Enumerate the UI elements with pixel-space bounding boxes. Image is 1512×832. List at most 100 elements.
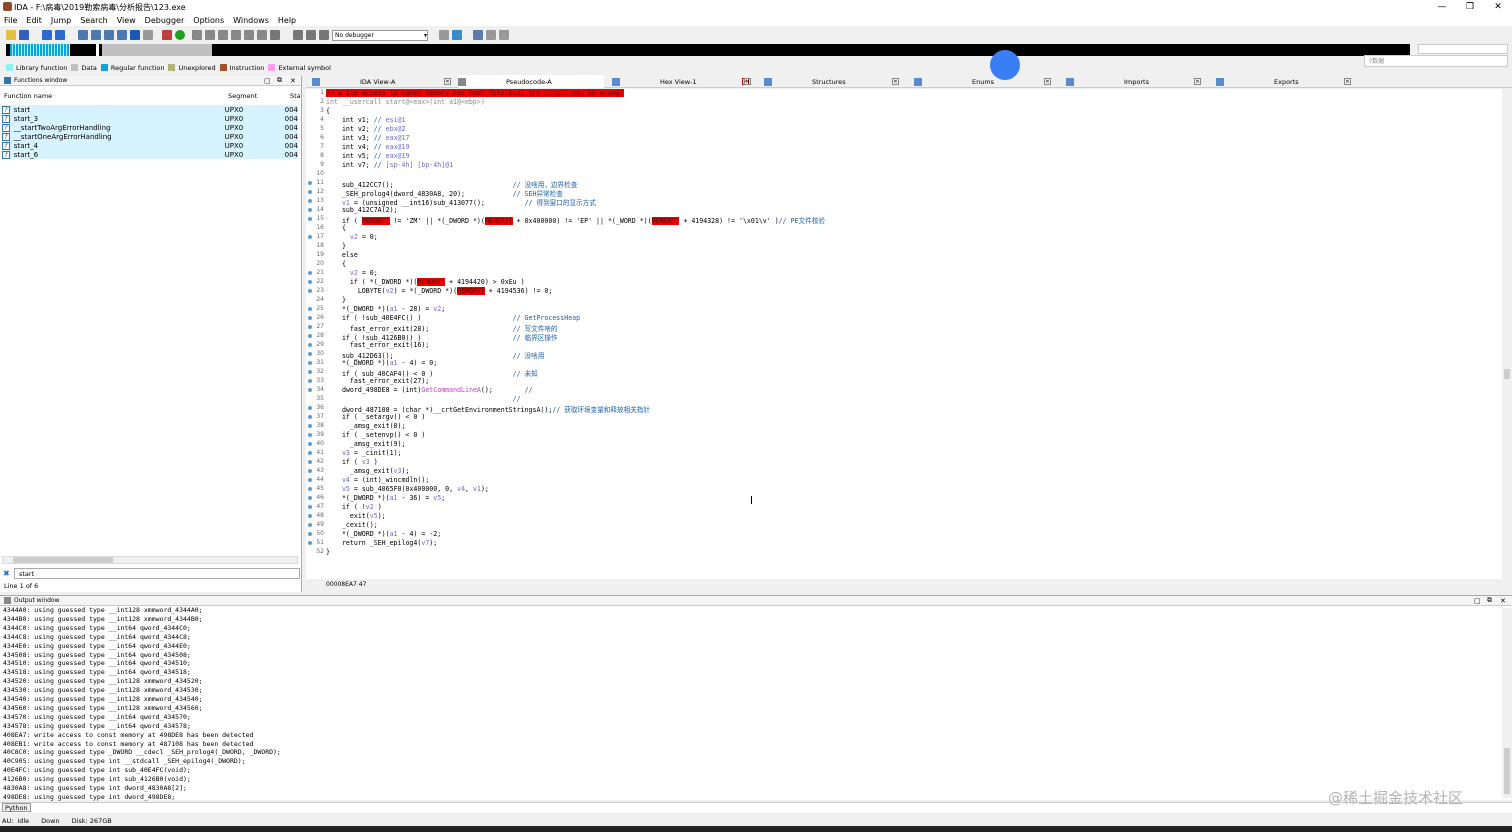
python-command-bar[interactable] — [0, 802, 1512, 813]
tab-structures[interactable]: Structures ✕ — [764, 75, 910, 88]
open-icon[interactable] — [6, 30, 16, 40]
breakpoint-dot[interactable] — [308, 478, 312, 482]
breakpoint-dot[interactable] — [308, 370, 312, 374]
close-icon[interactable]: ✕ — [1486, 0, 1510, 14]
next-search-icon[interactable] — [117, 30, 127, 40]
menu-options[interactable]: Options — [193, 16, 224, 25]
close-icon[interactable]: ✕ — [290, 77, 296, 85]
down-arrow-icon[interactable] — [130, 30, 140, 40]
tab-imports[interactable]: Imports ✕ — [1066, 75, 1212, 88]
menu-jump[interactable]: Jump — [51, 16, 71, 25]
breakpoint-dot[interactable] — [308, 505, 312, 509]
breakpoint-dot[interactable] — [308, 433, 312, 437]
process-icon[interactable] — [473, 30, 483, 40]
functions-hscrollbar[interactable] — [2, 556, 298, 564]
breakpoint-dot[interactable] — [308, 199, 312, 203]
function-row[interactable]: f start_4 UPX0 004 — [2, 141, 298, 150]
name-icon[interactable] — [257, 30, 267, 40]
breakpoint-dot[interactable] — [308, 514, 312, 518]
function-row[interactable]: f start UPX0 004 — [2, 105, 298, 114]
breakpoint-icon[interactable] — [499, 30, 509, 40]
breakpoint-dot[interactable] — [308, 361, 312, 365]
graph-icon[interactable] — [162, 30, 172, 40]
function-row[interactable]: f __startOneArgErrorHandling UPX0 004 — [2, 132, 298, 141]
breakpoint-dot[interactable] — [308, 532, 312, 536]
breakpoint-dot[interactable] — [308, 316, 312, 320]
back-icon[interactable] — [42, 30, 52, 40]
attach-icon[interactable] — [452, 30, 462, 40]
close-icon[interactable]: ✕ — [1500, 597, 1506, 605]
code-icon[interactable] — [192, 30, 202, 40]
output-vscrollbar[interactable] — [1502, 608, 1512, 798]
column-start[interactable]: Sta — [290, 91, 301, 101]
breakpoint-dot[interactable] — [308, 469, 312, 473]
breakpoint-dot[interactable] — [308, 487, 312, 491]
breakpoint-dot[interactable] — [308, 415, 312, 419]
breakpoint-dot[interactable] — [308, 343, 312, 347]
debug-options-icon[interactable] — [439, 30, 449, 40]
column-segment[interactable]: Segment — [228, 91, 257, 101]
tab-pseudocode-a[interactable]: Pseudocode-A ✕ — [458, 75, 749, 88]
code-vscrollbar[interactable] — [1502, 89, 1512, 589]
menu-debugger[interactable]: Debugger — [145, 16, 185, 25]
data-icon[interactable] — [205, 30, 215, 40]
breakpoint-dot[interactable] — [308, 541, 312, 545]
float-icon[interactable]: ⧉ — [277, 76, 282, 85]
breakpoint-dot[interactable] — [308, 289, 312, 293]
breakpoint-dot[interactable] — [308, 190, 312, 194]
column-function-name[interactable]: Function name — [4, 91, 52, 101]
breakpoint-dot[interactable] — [308, 280, 312, 284]
float-icon[interactable]: ⧉ — [1487, 596, 1492, 605]
array-icon[interactable] — [231, 30, 241, 40]
thread-icon[interactable] — [486, 30, 496, 40]
breakpoint-dot[interactable] — [308, 406, 312, 410]
breakpoint-dot[interactable] — [308, 307, 312, 311]
breakpoint-dot[interactable] — [308, 181, 312, 185]
restore-icon[interactable]: ▢ — [264, 77, 271, 85]
nav-search-box[interactable] — [1418, 44, 1508, 54]
function-row[interactable]: f start_3 UPX0 004 — [2, 114, 298, 123]
breakpoint-dot[interactable] — [308, 460, 312, 464]
immediate-search-icon[interactable] — [104, 30, 114, 40]
function-row[interactable]: f __startTwoArgErrorHandling UPX0 004 — [2, 123, 298, 132]
tab-hex-view-1[interactable]: Hex View-1 ✕ — [612, 75, 758, 88]
string-icon[interactable] — [218, 30, 228, 40]
text-search-icon[interactable] — [91, 30, 101, 40]
breakpoint-dot[interactable] — [308, 496, 312, 500]
breakpoint-dot[interactable] — [308, 271, 312, 275]
play-icon[interactable] — [293, 30, 303, 40]
forward-icon[interactable] — [55, 30, 65, 40]
navigation-band[interactable] — [6, 44, 1410, 56]
breakpoint-dot[interactable] — [308, 235, 312, 239]
breakpoint-dot[interactable] — [308, 451, 312, 455]
breakpoint-dot[interactable] — [308, 208, 312, 212]
menu-search[interactable]: Search — [80, 16, 107, 25]
function-search-input[interactable]: start — [14, 568, 300, 579]
cross-icon[interactable] — [270, 30, 280, 40]
stop-icon[interactable] — [319, 30, 329, 40]
floating-bird-icon[interactable] — [990, 50, 1020, 80]
breakpoint-dot[interactable] — [308, 217, 312, 221]
binary-search-icon[interactable] — [78, 30, 88, 40]
minimize-icon[interactable]: — — [1430, 0, 1454, 14]
tab-enums[interactable]: Enums ✕ — [914, 75, 1060, 88]
breakpoint-dot[interactable] — [308, 325, 312, 329]
debugger-select[interactable]: No debugger ▾ — [332, 29, 428, 41]
save-icon[interactable] — [19, 30, 29, 40]
menu-view[interactable]: View — [117, 16, 136, 25]
menu-windows[interactable]: Windows — [233, 16, 269, 25]
menu-help[interactable]: Help — [278, 16, 296, 25]
breakpoint-dot[interactable] — [308, 379, 312, 383]
breakpoint-dot[interactable] — [308, 334, 312, 338]
undefine-icon[interactable] — [244, 30, 254, 40]
breakpoint-dot[interactable] — [308, 523, 312, 527]
menu-file[interactable]: File — [4, 16, 17, 25]
breakpoint-dot[interactable] — [308, 352, 312, 356]
menu-edit[interactable]: Edit — [26, 16, 42, 25]
breakpoint-dot[interactable] — [308, 442, 312, 446]
clear-filter-icon[interactable]: ✖ — [3, 569, 10, 578]
run-script-icon[interactable] — [175, 30, 185, 40]
maximize-icon[interactable]: ❐ — [1458, 0, 1482, 14]
tab-ida-view-a[interactable]: IDA View-A ✕ — [312, 75, 458, 88]
restore-icon[interactable]: ▢ — [1474, 597, 1481, 605]
